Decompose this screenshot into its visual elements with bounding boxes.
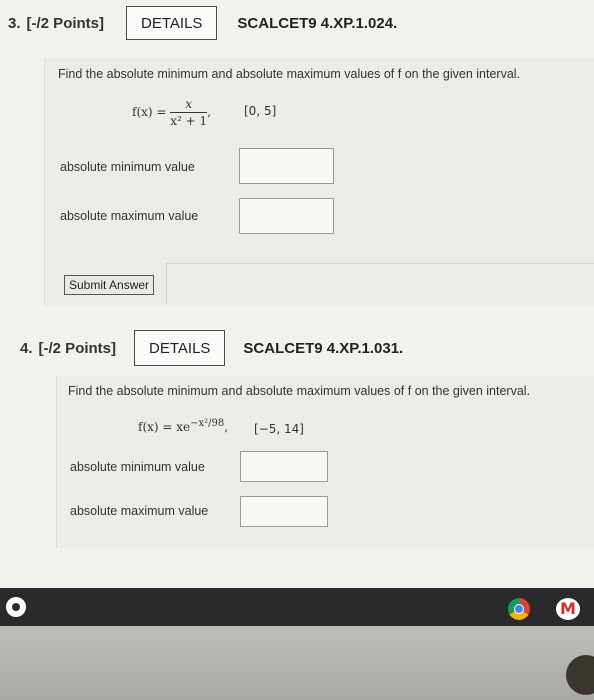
question-4-points: [-/2 Points] [38,339,117,357]
submit-area-divider [166,263,594,304]
question-3-numerator: x [170,96,208,113]
question-3-points: [-/2 Points] [26,14,105,32]
question-4-code: SCALCET9 4.XP.1.031. [243,339,404,357]
question-4-number: 4. [20,339,33,357]
gmail-icon[interactable]: M [556,598,580,620]
question-4-max-label: absolute maximum value [70,504,209,518]
question-3-max-label: absolute maximum value [60,209,199,223]
question-3-interval: [0, 5] [244,104,277,118]
question-4-max-input[interactable] [240,496,328,527]
question-4-prompt: Find the absolute minimum and absolute m… [68,384,531,398]
question-3-max-input[interactable] [239,198,334,234]
question-3-fraction: x x² + 1 [170,96,208,129]
question-4-formula: f(x) = xe−x²/98, [138,418,229,434]
question-4-function-text: f(x) = xe [138,420,191,434]
question-4-header: 4. [-/2 Points] DETAILS SCALCET9 4.XP.1.… [20,330,403,366]
question-4-min-input[interactable] [240,451,328,482]
question-3-min-label: absolute minimum value [60,160,195,174]
question-3-prompt: Find the absolute minimum and absolute m… [58,67,521,81]
question-3-code: SCALCET9 4.XP.1.024. [237,14,398,32]
question-4-exponent: −x²/98 [190,418,225,429]
question-4-min-label: absolute minimum value [70,460,205,474]
question-4-details-button[interactable]: DETAILS [134,330,226,366]
question-3-header: 3. [-/2 Points] DETAILS SCALCET9 4.XP.1.… [8,6,397,40]
question-3-formula: f(x) = x x² + 1 , [132,96,212,129]
question-3-details-button[interactable]: DETAILS [126,6,218,40]
laptop-bezel [0,626,594,700]
question-3-number: 3. [8,14,21,32]
submit-answer-button[interactable]: Submit Answer [64,275,155,295]
question-4-interval: [−5, 14] [254,422,304,436]
chrome-icon[interactable] [508,598,530,620]
assignment-page: 3. [-/2 Points] DETAILS SCALCET9 4.XP.1.… [0,0,594,588]
question-3-denominator: x² + 1 [170,114,208,128]
taskbar [0,588,594,626]
question-3-min-input[interactable] [239,148,334,184]
launcher-icon[interactable] [6,597,26,617]
question-3-function-lhs: f(x) = [132,105,167,119]
